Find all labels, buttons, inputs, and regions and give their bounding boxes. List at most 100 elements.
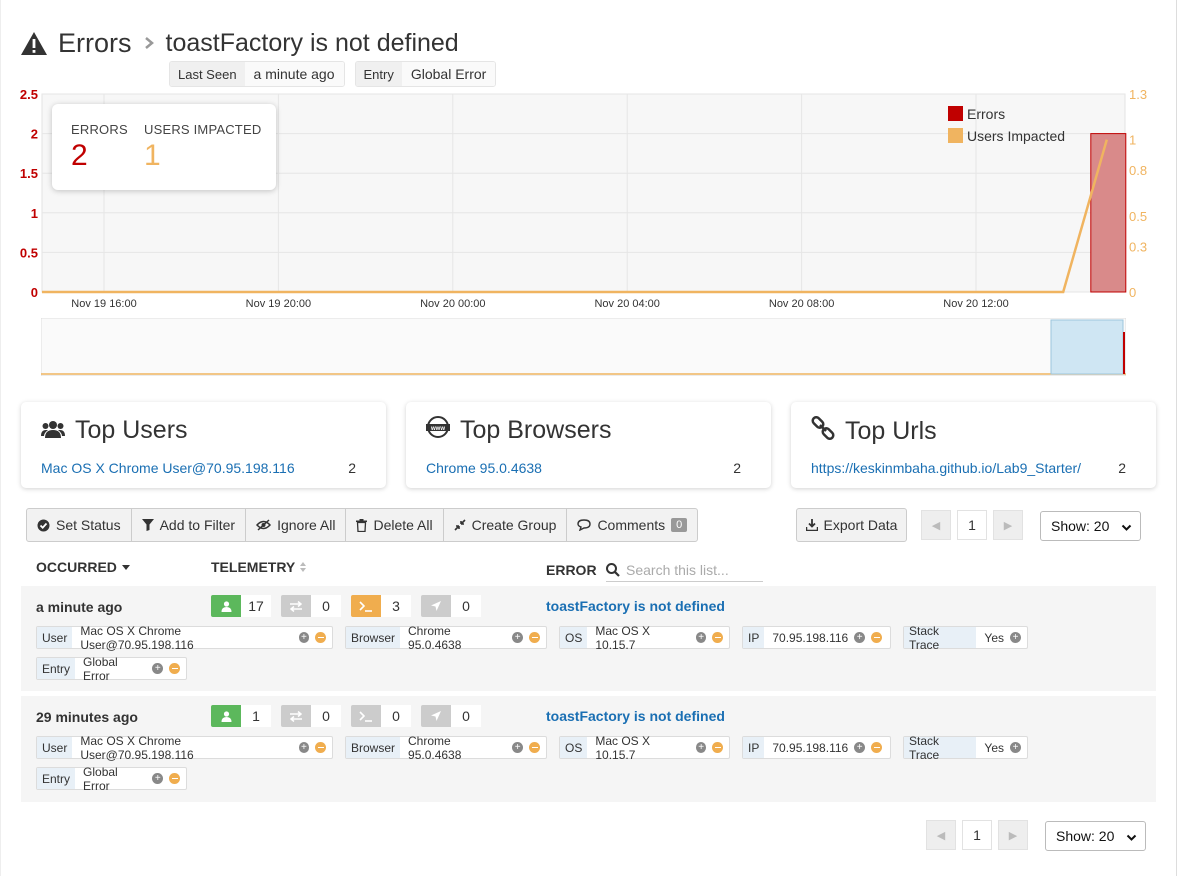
left-tick-label: 1.5 bbox=[20, 166, 38, 181]
users-count: 17 bbox=[211, 595, 271, 617]
chip-value: Yes bbox=[984, 630, 1004, 645]
top-pagination: ◀ 1 ▶ bbox=[921, 510, 1023, 540]
exclude-filter-icon[interactable] bbox=[871, 742, 883, 753]
page-size-select[interactable]: Show: 20 bbox=[1045, 821, 1146, 851]
top-user-link[interactable]: Mac OS X Chrome User@70.95.198.116 bbox=[41, 460, 295, 476]
set-status-label: Set Status bbox=[56, 517, 121, 533]
users-stat-value: 1 bbox=[144, 139, 161, 172]
add-filter-icon[interactable]: + bbox=[512, 742, 524, 753]
www-icon: www bbox=[426, 416, 450, 445]
add-filter-icon[interactable]: + bbox=[152, 773, 164, 784]
error-link[interactable]: toastFactory is not defined bbox=[546, 598, 725, 614]
right-tick-label: 0.5 bbox=[1129, 209, 1147, 224]
users-icon bbox=[41, 416, 65, 445]
add-to-filter-button[interactable]: Add to Filter bbox=[132, 509, 247, 541]
page-number[interactable]: 1 bbox=[962, 820, 992, 850]
top-users-panel: Top Users Mac OS X Chrome User@70.95.198… bbox=[21, 402, 386, 488]
warning-icon bbox=[20, 30, 48, 56]
chip-key: Stack Trace bbox=[904, 734, 977, 762]
list-search[interactable]: Search this list... bbox=[606, 558, 763, 582]
create-group-button[interactable]: Create Group bbox=[444, 509, 568, 541]
table-row[interactable]: 29 minutes ago 1 0 0 0 toastFactory is n… bbox=[21, 696, 1156, 802]
prev-page-button[interactable]: ◀ bbox=[921, 510, 951, 540]
chip-value: Global Error bbox=[83, 764, 118, 793]
add-filter-icon[interactable]: + bbox=[695, 632, 707, 643]
left-tick-label: 0 bbox=[31, 285, 38, 300]
add-filter-icon[interactable]: + bbox=[1010, 742, 1021, 753]
exclude-filter-icon[interactable] bbox=[529, 742, 540, 753]
exclude-filter-icon[interactable] bbox=[712, 742, 723, 753]
next-page-button[interactable]: ▶ bbox=[998, 820, 1028, 850]
exclude-filter-icon[interactable] bbox=[529, 632, 540, 643]
exclude-filter-icon[interactable] bbox=[169, 663, 180, 674]
table-row[interactable]: a minute ago 17 0 3 0 toastFactory is no… bbox=[21, 586, 1156, 691]
next-page-button[interactable]: ▶ bbox=[993, 510, 1023, 540]
comments-button[interactable]: Comments 0 bbox=[567, 509, 697, 541]
ip-chip: IP 70.95.198.116 + bbox=[742, 736, 891, 759]
chart-navigator[interactable] bbox=[40, 317, 1127, 377]
top-url-link[interactable]: https://keskinmbaha.github.io/Lab9_Start… bbox=[811, 460, 1081, 476]
prev-page-button[interactable]: ◀ bbox=[926, 820, 956, 850]
exclude-filter-icon[interactable] bbox=[169, 773, 180, 784]
user-chip: User Mac OS X Chrome User@70.95.198.116 + bbox=[36, 624, 333, 652]
os-chip: OS Mac OS X 10.15.7 + bbox=[559, 624, 730, 652]
error-link[interactable]: toastFactory is not defined bbox=[546, 708, 725, 724]
user-icon bbox=[211, 705, 241, 727]
chip-key: IP bbox=[743, 737, 765, 758]
users-count-value: 17 bbox=[241, 595, 271, 617]
occurred-column-header[interactable]: OCCURRED bbox=[36, 559, 131, 575]
ignore-all-button[interactable]: Ignore All bbox=[246, 509, 347, 541]
row-metadata-chips: User Mac OS X Chrome User@70.95.198.116 + … bbox=[36, 733, 1086, 793]
exclude-filter-icon[interactable] bbox=[315, 632, 326, 643]
chevron-right-icon bbox=[144, 30, 154, 56]
panel-title: Top Users bbox=[75, 416, 188, 444]
top-browser-link[interactable]: Chrome 95.0.4638 bbox=[426, 460, 542, 476]
add-filter-icon[interactable]: + bbox=[298, 742, 310, 753]
add-filter-icon[interactable]: + bbox=[512, 632, 524, 643]
errors-stat: ERRORS 2 bbox=[71, 122, 128, 173]
exclude-filter-icon[interactable] bbox=[871, 632, 883, 643]
top-url-count: 2 bbox=[1118, 460, 1126, 476]
x-tick-label: Nov 20 00:00 bbox=[420, 298, 485, 310]
chip-value: Mac OS X Chrome User@70.95.198.116 bbox=[80, 733, 194, 762]
exclude-filter-icon[interactable] bbox=[712, 632, 723, 643]
telemetry-column-header[interactable]: TELEMETRY bbox=[211, 559, 307, 575]
add-filter-icon[interactable]: + bbox=[1010, 632, 1021, 643]
export-data-button[interactable]: Export Data bbox=[796, 508, 907, 542]
right-tick-label: 1 bbox=[1129, 133, 1136, 148]
add-filter-icon[interactable]: + bbox=[854, 742, 866, 753]
add-to-filter-label: Add to Filter bbox=[159, 517, 236, 533]
user-chip: User Mac OS X Chrome User@70.95.198.116 + bbox=[36, 733, 333, 762]
x-tick-label: Nov 20 08:00 bbox=[769, 298, 834, 310]
exchange-icon bbox=[281, 705, 311, 727]
exclude-filter-icon[interactable] bbox=[315, 742, 326, 753]
add-filter-icon[interactable]: + bbox=[152, 663, 164, 674]
console-count: 0 bbox=[351, 705, 411, 727]
filter-icon bbox=[141, 519, 154, 531]
tag-key: Entry bbox=[355, 62, 402, 86]
x-tick-label: Nov 20 04:00 bbox=[594, 298, 659, 310]
navigator-selection[interactable] bbox=[1050, 319, 1124, 375]
network-count: 0 bbox=[281, 595, 341, 617]
console-count-value: 0 bbox=[381, 705, 411, 727]
chip-key: Entry bbox=[37, 658, 76, 679]
page-size-select[interactable]: Show: 20 bbox=[1040, 511, 1141, 541]
tag-key: Last Seen bbox=[170, 62, 245, 86]
page-number[interactable]: 1 bbox=[957, 510, 987, 540]
set-status-button[interactable]: Set Status bbox=[27, 509, 132, 541]
page-size-value: Show: 20 bbox=[1051, 518, 1110, 534]
last-seen-tag: Last Seen a minute ago bbox=[169, 61, 345, 87]
add-filter-icon[interactable]: + bbox=[854, 632, 866, 643]
chip-key: Browser bbox=[346, 627, 401, 648]
console-count: 3 bbox=[351, 595, 411, 617]
terminal-icon bbox=[351, 595, 381, 617]
search-input[interactable]: Search this list... bbox=[626, 562, 729, 578]
delete-all-button[interactable]: Delete All bbox=[346, 509, 444, 541]
chevron-down-icon bbox=[1121, 520, 1132, 536]
occurred-header-label: OCCURRED bbox=[36, 559, 117, 575]
add-filter-icon[interactable]: + bbox=[695, 742, 707, 753]
delete-all-label: Delete All bbox=[373, 517, 433, 533]
add-filter-icon[interactable]: + bbox=[298, 632, 310, 643]
chip-value: 70.95.198.116 bbox=[772, 740, 849, 755]
chip-value: Global Error bbox=[83, 654, 118, 683]
